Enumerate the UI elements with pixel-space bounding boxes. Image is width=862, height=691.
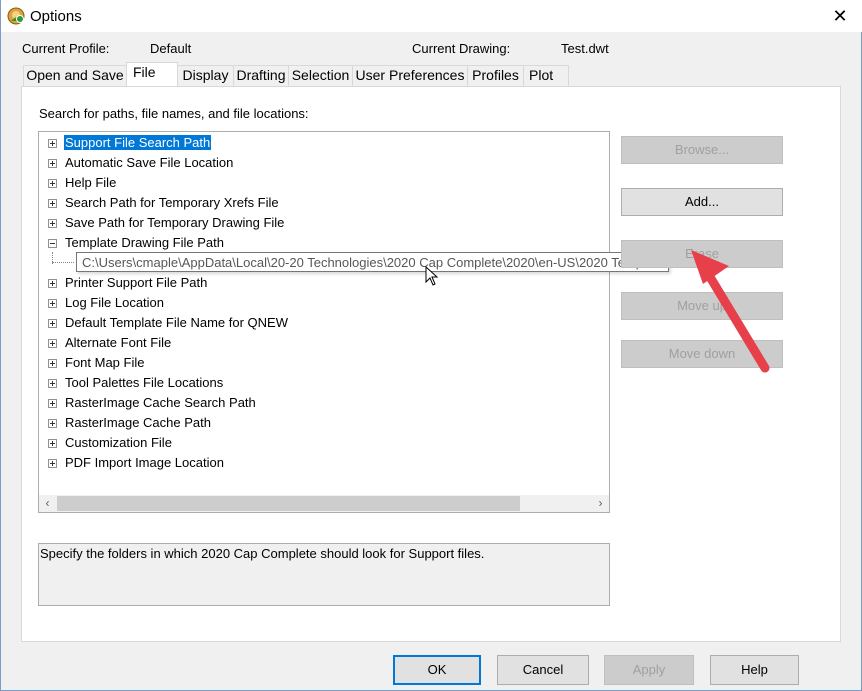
expand-icon[interactable] xyxy=(48,219,57,228)
tab-drafting[interactable]: Drafting xyxy=(233,65,289,86)
tree-item-qnew-template[interactable]: Default Template File Name for QNEW xyxy=(39,314,609,334)
expand-icon[interactable] xyxy=(48,399,57,408)
tree-item-label: RasterImage Cache Path xyxy=(65,415,211,430)
tree-item-temporary-drawing[interactable]: Save Path for Temporary Drawing File xyxy=(39,214,609,234)
cancel-button[interactable]: Cancel xyxy=(497,655,589,685)
help-button[interactable]: Help xyxy=(710,655,799,685)
title-bar: Options ✕ xyxy=(1,0,862,32)
expand-icon[interactable] xyxy=(48,159,57,168)
app-icon xyxy=(7,7,25,25)
tree-item-customization-file[interactable]: Customization File xyxy=(39,434,609,454)
tree-item-label: Font Map File xyxy=(65,355,145,370)
tree-item-label: Help File xyxy=(65,175,117,190)
tree-item-tool-palettes[interactable]: Tool Palettes File Locations xyxy=(39,374,609,394)
current-drawing-value: Test.dwt xyxy=(561,41,609,56)
tree-item-label: Printer Support File Path xyxy=(65,275,208,290)
tree-item-alternate-font[interactable]: Alternate Font File xyxy=(39,334,609,354)
tree-connector xyxy=(52,262,74,263)
tab-profiles[interactable]: Profiles xyxy=(467,65,524,86)
tree-item-template-drawing-file-path[interactable]: Template Drawing File Path xyxy=(39,234,609,264)
expand-icon[interactable] xyxy=(48,459,57,468)
tree-item-label: Tool Palettes File Locations xyxy=(65,375,224,390)
expand-icon[interactable] xyxy=(48,359,57,368)
tree-item-automatic-save-file-location[interactable]: Automatic Save File Location xyxy=(39,154,609,174)
tab-display[interactable]: Display xyxy=(177,65,234,86)
ok-button[interactable]: OK xyxy=(393,655,481,685)
expand-icon[interactable] xyxy=(48,299,57,308)
tree-item-support-file-search-path[interactable]: Support File Search Path xyxy=(39,134,609,154)
tree-item-label: PDF Import Image Location xyxy=(65,455,224,470)
add-button[interactable]: Add... xyxy=(621,188,783,216)
tab-selection[interactable]: Selection xyxy=(288,65,353,86)
options-dialog: Options ✕ Current Profile: Default Curre… xyxy=(0,0,862,691)
expand-icon[interactable] xyxy=(48,379,57,388)
tab-open-and-save[interactable]: Open and Save xyxy=(23,65,127,86)
description-box: Specify the folders in which 2020 Cap Co… xyxy=(38,543,610,606)
expand-icon[interactable] xyxy=(48,419,57,428)
tree-item-pdf-import[interactable]: PDF Import Image Location xyxy=(39,454,609,474)
tree-item-log-file[interactable]: Log File Location xyxy=(39,294,609,314)
tree-item-help-file[interactable]: Help File xyxy=(39,174,609,194)
current-profile-label: Current Profile: xyxy=(22,41,110,56)
current-drawing-label: Current Drawing: xyxy=(412,41,511,56)
expand-icon[interactable] xyxy=(48,199,57,208)
tree-item-label: Support File Search Path xyxy=(64,135,212,150)
scroll-right-icon[interactable]: › xyxy=(592,495,609,512)
tree-item-label: Alternate Font File xyxy=(65,335,172,350)
file-paths-tree[interactable]: Support File Search Path Automatic Save … xyxy=(38,131,610,513)
tree-item-rasterimage-cache[interactable]: RasterImage Cache Path xyxy=(39,414,609,434)
scroll-left-icon[interactable]: ‹ xyxy=(39,495,56,512)
expand-icon[interactable] xyxy=(48,139,57,148)
scrollbar-thumb[interactable] xyxy=(57,496,520,511)
tree-item-font-map[interactable]: Font Map File xyxy=(39,354,609,374)
tab-file[interactable]: File xyxy=(126,62,178,86)
mouse-cursor-icon xyxy=(425,266,439,286)
tree-item-label: Log File Location xyxy=(65,295,165,310)
horizontal-scrollbar[interactable]: ‹ › xyxy=(39,495,609,512)
tree-item-label: Save Path for Temporary Drawing File xyxy=(65,215,285,230)
tree-item-label: Automatic Save File Location xyxy=(65,155,234,170)
collapse-icon[interactable] xyxy=(48,239,57,248)
expand-icon[interactable] xyxy=(48,179,57,188)
tree-item-rasterimage-search[interactable]: RasterImage Cache Search Path xyxy=(39,394,609,414)
expand-icon[interactable] xyxy=(48,319,57,328)
expand-icon[interactable] xyxy=(48,439,57,448)
current-profile-value: Default xyxy=(150,41,192,56)
tree-item-temporary-xrefs[interactable]: Search Path for Temporary Xrefs File xyxy=(39,194,609,214)
tab-plot[interactable]: Plot xyxy=(523,65,569,86)
expand-icon[interactable] xyxy=(48,279,57,288)
search-paths-label: Search for paths, file names, and file l… xyxy=(39,106,309,121)
browse-button[interactable]: Browse... xyxy=(621,136,783,164)
close-icon[interactable]: ✕ xyxy=(827,4,853,28)
tree-item-label: Default Template File Name for QNEW xyxy=(65,315,288,330)
red-arrow-annotation xyxy=(691,250,770,373)
path-tooltip: C:\Users\cmaple\AppData\Local\20-20 Tech… xyxy=(76,252,669,272)
expand-icon[interactable] xyxy=(48,339,57,348)
window-title: Options xyxy=(30,8,82,25)
apply-button[interactable]: Apply xyxy=(604,655,694,685)
tree-item-printer-support[interactable]: Printer Support File Path xyxy=(39,274,609,294)
tab-user-preferences[interactable]: User Preferences xyxy=(352,65,468,86)
tree-item-label: Template Drawing File Path xyxy=(65,235,224,250)
tree-item-label: Customization File xyxy=(65,435,172,450)
tree-item-label: RasterImage Cache Search Path xyxy=(65,395,256,410)
tree-item-label: Search Path for Temporary Xrefs File xyxy=(65,195,279,210)
